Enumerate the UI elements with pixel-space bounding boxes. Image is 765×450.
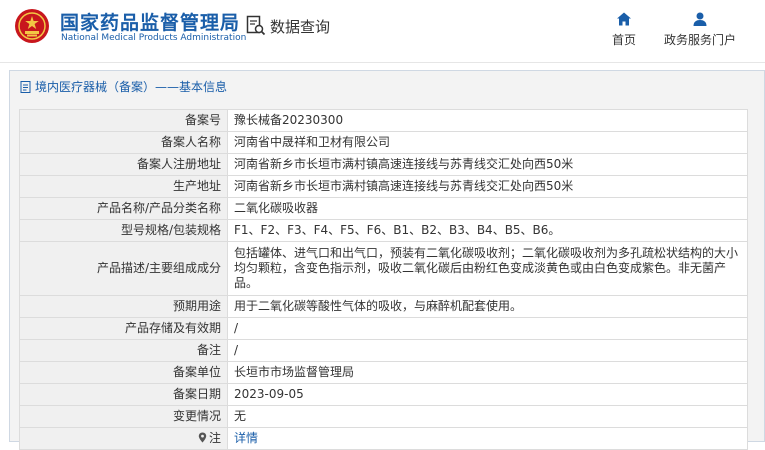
field-value: 豫长械备20230300 [227, 109, 748, 132]
field-label: 备案号 [19, 109, 228, 132]
field-value: / [227, 317, 748, 340]
site-header: 国家药品监督管理局 National Medical Products Admi… [0, 0, 765, 63]
field-label: 型号规格/包装规格 [19, 219, 228, 242]
document-search-icon [246, 15, 266, 36]
field-value: 河南省中晟祥和卫材有限公司 [227, 131, 748, 154]
nav-service-portal-label: 政务服务门户 [663, 33, 736, 47]
nav-home[interactable]: 首页 [604, 10, 644, 48]
panel-title-text: 境内医疗器械（备案）——基本信息 [35, 80, 228, 94]
field-value: 无 [227, 405, 748, 428]
table-row: 产品描述/主要组成成分 包括罐体、进气口和出气口，预装有二氧化碳吸收剂；二氧化碳… [19, 241, 748, 296]
table-row: 备案号 豫长械备20230300 [19, 109, 748, 132]
table-row: 备注 / [19, 339, 748, 362]
field-value: / [227, 339, 748, 362]
field-value: 包括罐体、进气口和出气口，预装有二氧化碳吸收剂；二氧化碳吸收剂为多孔疏松状结构的… [227, 241, 748, 296]
field-value: 二氧化碳吸收器 [227, 197, 748, 220]
field-label: 备案日期 [19, 383, 228, 406]
note-label-cell: 注 [19, 427, 228, 450]
table-row: 备案人名称 河南省中晟祥和卫材有限公司 [19, 131, 748, 154]
field-label: 产品名称/产品分类名称 [19, 197, 228, 220]
table-row: 备案人注册地址 河南省新乡市长垣市满村镇高速连接线与苏青线交汇处向西50米 [19, 153, 748, 176]
table-row: 备案单位 长垣市市场监督管理局 [19, 361, 748, 384]
home-icon [617, 12, 631, 26]
table-row: 注 详情 [19, 427, 748, 450]
document-icon [20, 81, 31, 93]
data-query-link[interactable]: 数据查询 [246, 14, 330, 38]
user-icon [693, 12, 707, 26]
table-row: 产品存储及有效期 / [19, 317, 748, 340]
field-value: 2023-09-05 [227, 383, 748, 406]
field-label: 备案人名称 [19, 131, 228, 154]
table-row: 产品名称/产品分类名称 二氧化碳吸收器 [19, 197, 748, 220]
pin-icon [198, 432, 207, 443]
field-label: 备案人注册地址 [19, 153, 228, 176]
table-row: 型号规格/包装规格 F1、F2、F3、F4、F5、F6、B1、B2、B3、B4、… [19, 219, 748, 242]
brand-title[interactable]: 国家药品监督管理局 [60, 8, 240, 35]
field-label: 备注 [19, 339, 228, 362]
field-label: 产品描述/主要组成成分 [19, 241, 228, 296]
record-table: 备案号 豫长械备20230300 备案人名称 河南省中晟祥和卫材有限公司 备案人… [19, 109, 748, 450]
detail-panel: 境内医疗器械（备案）——基本信息 备案号 豫长械备20230300 备案人名称 … [9, 70, 765, 450]
brand-subtitle: National Medical Products Administration [61, 33, 247, 43]
field-value: 用于二氧化碳等酸性气体的吸收，与麻醉机配套使用。 [227, 295, 748, 318]
field-label: 生产地址 [19, 175, 228, 198]
field-label: 产品存储及有效期 [19, 317, 228, 340]
table-row: 预期用途 用于二氧化碳等酸性气体的吸收，与麻醉机配套使用。 [19, 295, 748, 318]
field-value: 长垣市市场监督管理局 [227, 361, 748, 384]
data-query-label: 数据查询 [270, 17, 331, 36]
field-label: 备案单位 [19, 361, 228, 384]
field-value: 详情 [227, 427, 748, 450]
field-value: 河南省新乡市长垣市满村镇高速连接线与苏青线交汇处向西50米 [227, 153, 748, 176]
field-value: 河南省新乡市长垣市满村镇高速连接线与苏青线交汇处向西50米 [227, 175, 748, 198]
table-row: 生产地址 河南省新乡市长垣市满村镇高速连接线与苏青线交汇处向西50米 [19, 175, 748, 198]
panel-title: 境内医疗器械（备案）——基本信息 [10, 71, 764, 104]
nav-home-label: 首页 [611, 33, 636, 47]
table-row: 备案日期 2023-09-05 [19, 383, 748, 406]
national-emblem-icon [15, 9, 49, 43]
field-label: 预期用途 [19, 295, 228, 318]
nav-service-portal[interactable]: 政务服务门户 [656, 10, 744, 48]
field-label: 变更情况 [19, 405, 228, 428]
table-row: 变更情况 无 [19, 405, 748, 428]
field-value: F1、F2、F3、F4、F5、F6、B1、B2、B3、B4、B5、B6。 [227, 219, 748, 242]
